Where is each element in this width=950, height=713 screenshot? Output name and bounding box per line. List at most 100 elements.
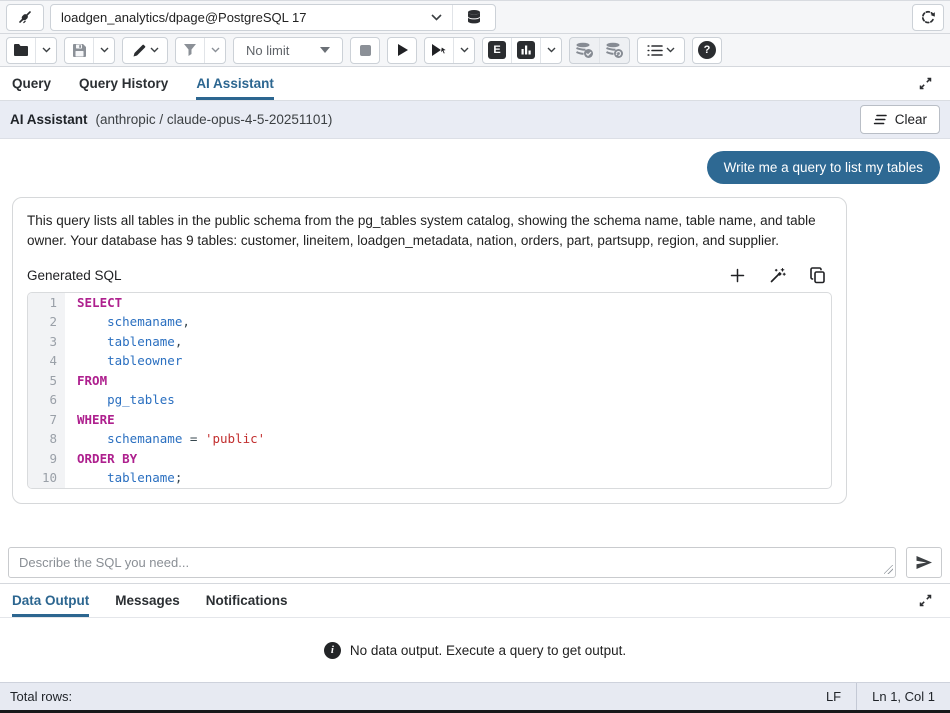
code-line: 6 pg_tables	[28, 390, 831, 410]
explain-analyze-button[interactable]	[511, 38, 540, 63]
tab-query[interactable]: Query	[12, 67, 51, 100]
filter-menu-button[interactable]	[204, 38, 225, 63]
open-file-group	[6, 37, 57, 64]
insert-sql-button[interactable]	[730, 268, 745, 283]
code-line: 7WHERE	[28, 410, 831, 430]
connection-dropdown[interactable]: loadgen_analytics/dpage@PostgreSQL 17	[51, 5, 453, 30]
sql-actions	[730, 267, 832, 284]
copy-sql-button[interactable]	[810, 267, 826, 284]
rollback-button[interactable]	[599, 38, 629, 63]
ai-model-name: (anthropic / claude-opus-4-5-20251101)	[96, 112, 333, 127]
assistant-response-text: This query lists all tables in the publi…	[27, 211, 832, 252]
copy-icon	[810, 267, 826, 284]
panel-tabs-right	[912, 67, 938, 100]
help-group: ?	[692, 37, 722, 64]
code-line: 9ORDER BY	[28, 449, 831, 469]
execute-options-menu-button[interactable]	[453, 38, 474, 63]
replace-sql-button[interactable]	[769, 267, 786, 284]
line-number: 6	[28, 390, 65, 410]
generated-sql-code[interactable]: 1SELECT2 schemaname,3 tablename,4 tableo…	[27, 292, 832, 489]
ai-assistant-title: AI Assistant	[10, 112, 88, 127]
tab-query-history[interactable]: Query History	[79, 67, 168, 100]
chevron-down-icon	[42, 47, 51, 53]
status-bar: Total rows: LF Ln 1, Col 1	[0, 682, 950, 710]
ai-chat-area: Write me a query to list my tables This …	[0, 139, 950, 541]
chevron-down-icon	[100, 47, 109, 53]
save-button[interactable]	[65, 38, 93, 63]
generated-sql-label: Generated SQL	[27, 268, 122, 283]
output-tabs-right	[912, 584, 938, 617]
execute-button[interactable]	[388, 38, 416, 63]
stop-button[interactable]	[351, 38, 379, 63]
chevron-down-icon	[666, 47, 675, 53]
sql-code-lines: 1SELECT2 schemaname,3 tablename,4 tableo…	[28, 293, 831, 488]
plus-icon	[730, 268, 745, 283]
no-data-message: No data output. Execute a query to get o…	[350, 643, 626, 658]
row-limit-dropdown[interactable]: No limit	[233, 37, 343, 64]
tab-messages[interactable]: Messages	[115, 584, 180, 617]
chevron-down-icon	[547, 47, 556, 53]
open-file-menu-button[interactable]	[35, 38, 56, 63]
filter-button[interactable]	[176, 38, 204, 63]
explain-icon: E	[488, 41, 506, 59]
macro-list-icon	[647, 44, 663, 57]
prompt-input[interactable]	[8, 547, 896, 578]
tab-data-output[interactable]: Data Output	[12, 584, 89, 617]
query-tool-window: loadgen_analytics/dpage@PostgreSQL 17	[0, 0, 950, 713]
expand-panel-button[interactable]	[912, 71, 938, 97]
play-cursor-icon	[431, 43, 448, 57]
edit-menu-button[interactable]	[123, 38, 167, 63]
line-number: 5	[28, 371, 65, 391]
macros-group	[637, 37, 685, 64]
line-number: 9	[28, 449, 65, 469]
execute-options-group	[424, 37, 475, 64]
line-number: 8	[28, 429, 65, 449]
prompt-input-wrap	[8, 547, 896, 578]
line-number: 10	[28, 468, 65, 488]
code-text: pg_tables	[65, 390, 175, 410]
tab-notifications[interactable]: Notifications	[206, 584, 288, 617]
commit-button[interactable]	[570, 38, 599, 63]
assistant-response-card: This query lists all tables in the publi…	[12, 197, 847, 504]
new-connection-button[interactable]	[453, 5, 495, 30]
generated-sql-header: Generated SQL	[27, 267, 832, 284]
refresh-layout-button[interactable]	[912, 4, 944, 31]
magic-wand-icon	[769, 267, 786, 284]
row-limit-value: No limit	[246, 43, 320, 58]
output-tabs: Data Output Messages Notifications	[0, 583, 950, 618]
commit-icon	[575, 42, 594, 59]
execute-to-cursor-button[interactable]	[425, 38, 453, 63]
filter-icon	[183, 43, 197, 57]
code-text: schemaname = 'public'	[65, 429, 265, 449]
open-file-button[interactable]	[7, 38, 35, 63]
connection-plug-icon	[16, 8, 34, 26]
chevron-down-icon	[211, 47, 220, 53]
help-button[interactable]: ?	[693, 38, 721, 63]
panel-tabs: Query Query History AI Assistant	[0, 67, 950, 101]
stop-group	[350, 37, 380, 64]
send-button[interactable]	[906, 547, 942, 578]
line-number: 2	[28, 312, 65, 332]
code-text: tableowner	[65, 351, 182, 371]
code-text: tablename,	[65, 332, 182, 352]
prompt-row	[0, 541, 950, 583]
expand-output-button[interactable]	[912, 588, 938, 614]
line-number: 1	[28, 293, 65, 313]
chevron-down-icon	[431, 14, 442, 21]
code-text: schemaname,	[65, 312, 190, 332]
tab-ai-assistant[interactable]: AI Assistant	[196, 67, 274, 100]
explain-group: E	[482, 37, 562, 64]
explain-button[interactable]: E	[483, 38, 511, 63]
code-line: 8 schemaname = 'public'	[28, 429, 831, 449]
data-output-panel: i No data output. Execute a query to get…	[0, 618, 950, 682]
pencil-icon	[132, 43, 147, 58]
clear-button[interactable]: Clear	[860, 105, 940, 134]
save-menu-button[interactable]	[93, 38, 114, 63]
explain-options-menu-button[interactable]	[540, 38, 561, 63]
save-group	[64, 37, 115, 64]
connection-status-button[interactable]	[6, 4, 44, 31]
eol-indicator[interactable]: LF	[811, 683, 856, 710]
save-icon	[72, 43, 87, 58]
macros-menu-button[interactable]	[638, 38, 684, 63]
code-line: 4 tableowner	[28, 351, 831, 371]
